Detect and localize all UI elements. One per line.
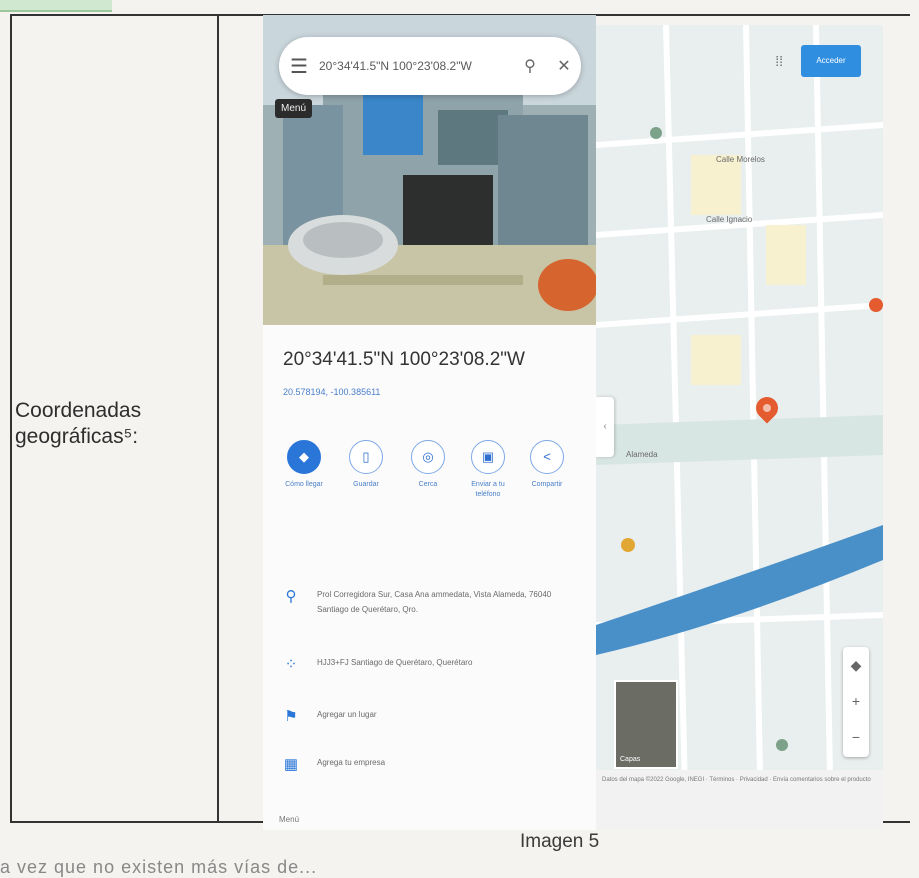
coordinates-label: Coordenadas geográficas⁵: (15, 399, 142, 448)
add-business-text: Agrega tu empresa (317, 758, 386, 767)
maps-screenshot: ☰ 20°34'41.5"N 100°23'08.2"W ⚲ ✕ Menú 20… (263, 15, 883, 830)
phone-icon: ▣ (471, 440, 505, 474)
nearby-button[interactable]: ◎ Cerca (399, 440, 457, 490)
plus-code-row[interactable]: ⁘ HJJ3+FJ Santiago de Querétaro, Queréta… (279, 655, 567, 673)
location-pin-icon: ⚲ (285, 588, 297, 605)
address-row[interactable]: ⚲ Prol Corregidora Sur, Casa Ana ammedat… (279, 587, 567, 617)
place-subtitle[interactable]: 20.578194, -100.385611 (283, 387, 380, 397)
search-icon[interactable]: ⚲ (513, 56, 547, 76)
compass-icon[interactable]: ◆ (843, 647, 869, 683)
layers-thumbnail[interactable]: Capas (614, 680, 678, 769)
photo-chip[interactable]: Menú (275, 99, 313, 118)
add-business-icon: ▦ (283, 756, 299, 773)
place-title: 20°34'41.5"N 100°23'08.2"W (283, 349, 525, 370)
address-text: Prol Corregidora Sur, Casa Ana ammedata,… (317, 590, 552, 614)
zoom-out-button[interactable]: − (843, 719, 869, 755)
nearby-icon: ◎ (411, 440, 445, 474)
add-place-text: Agregar un lugar (317, 710, 377, 719)
search-input[interactable]: 20°34'41.5"N 100°23'08.2"W (319, 59, 513, 73)
apps-grid-icon[interactable]: ⁞⁞ (775, 53, 783, 69)
map-canvas[interactable]: Calle Morelos Calle Ignacio Alameda ⁞⁞ A… (596, 25, 883, 830)
page-tab-marker (0, 0, 112, 12)
add-business-row[interactable]: ▦ Agrega tu empresa (279, 755, 567, 773)
menu-icon[interactable]: ☰ (279, 54, 319, 79)
share-icon: < (530, 440, 564, 474)
bookmark-icon: ▯ (349, 440, 383, 474)
signin-button[interactable]: Acceder (801, 45, 861, 77)
plus-code-text: HJJ3+FJ Santiago de Querétaro, Querétaro (317, 658, 473, 667)
save-label: Guardar (353, 481, 379, 488)
street-label-1: Calle Morelos (716, 155, 765, 164)
directions-button[interactable]: ◆ Cómo llegar (275, 440, 333, 490)
send-to-phone-label: Enviar a tu teléfono (471, 481, 505, 498)
street-label-2: Calle Ignacio (706, 215, 753, 224)
directions-icon: ◆ (287, 440, 321, 474)
share-button[interactable]: < Compartir (518, 440, 576, 490)
plus-code-icon: ⁘ (284, 656, 298, 673)
street-label-3: Alameda (626, 450, 658, 459)
table-border-left (10, 14, 12, 822)
street-view-photo[interactable]: ☰ 20°34'41.5"N 100°23'08.2"W ⚲ ✕ Menú (263, 15, 596, 325)
directions-label: Cómo llegar (285, 481, 323, 488)
save-button[interactable]: ▯ Guardar (337, 440, 395, 490)
map-footer: Datos del mapa ©2022 Google, INEGI · Tér… (596, 770, 883, 830)
place-panel: 20°34'41.5"N 100°23'08.2"W 20.578194, -1… (263, 325, 596, 830)
body-text-fragment: a vez que no existen más vías de... (0, 857, 318, 877)
collapse-panel-button[interactable]: ‹ (596, 397, 614, 457)
nearby-label: Cerca (418, 481, 438, 488)
zoom-in-button[interactable]: + (843, 683, 869, 719)
share-label: Compartir (531, 481, 563, 488)
close-icon[interactable]: ✕ (547, 56, 581, 76)
send-to-phone-button[interactable]: ▣ Enviar a tu teléfono (459, 440, 517, 500)
more-link[interactable]: Menú (279, 815, 299, 824)
layers-label: Capas (620, 756, 641, 763)
add-place-icon: ⚑ (284, 708, 298, 725)
add-place-row[interactable]: ⚑ Agregar un lugar (279, 707, 567, 725)
zoom-controls[interactable]: ◆ + − (843, 647, 869, 757)
search-bar[interactable]: ☰ 20°34'41.5"N 100°23'08.2"W ⚲ ✕ (279, 37, 581, 95)
image-caption: Imagen 5 (520, 831, 600, 852)
table-divider (217, 14, 219, 822)
